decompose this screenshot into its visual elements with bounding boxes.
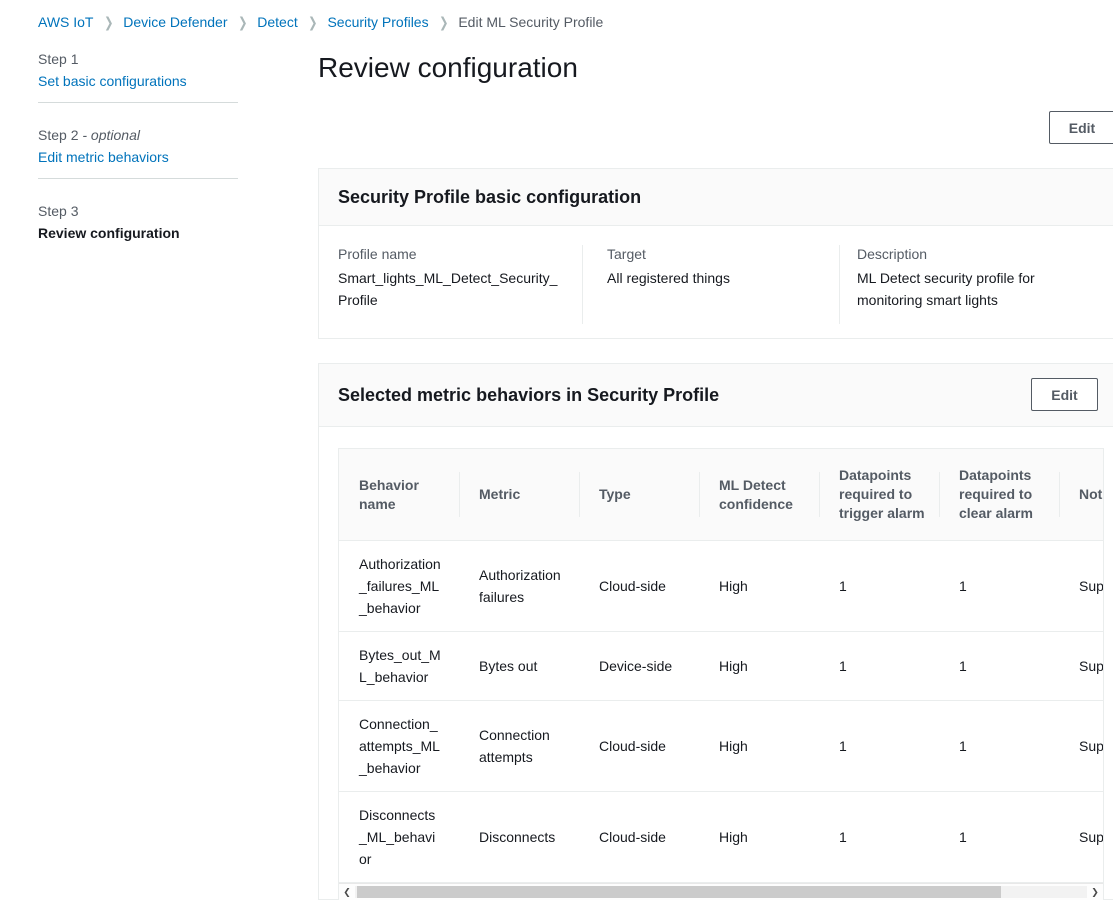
table-row: Connection_attempts_ML_behavior Connecti…	[339, 701, 1104, 792]
column-header-datapoints-trigger: Datapoints required to trigger alarm	[819, 449, 939, 540]
wizard-steps-sidebar: Step 1 Set basic configurations Step 2 -…	[38, 51, 238, 242]
cell-type: Cloud-side	[579, 701, 699, 791]
column-header-behavior-name: Behavior name	[339, 449, 459, 540]
chevron-right-icon: ❯	[439, 12, 448, 32]
field-label: Description	[857, 245, 1113, 263]
horizontal-scrollbar[interactable]: ❮ ❯	[339, 883, 1103, 900]
cell-behavior-name: Authorization_failures_ML_behavior	[339, 541, 459, 631]
column-header-datapoints-clear: Datapoints required to clear alarm	[939, 449, 1059, 540]
cell-metric: Authorization failures	[459, 541, 579, 631]
basic-config-panel: Security Profile basic configuration Pro…	[318, 168, 1113, 339]
cell-behavior-name: Connection_attempts_ML_behavior	[339, 701, 459, 791]
field-target: Target All registered things	[582, 245, 839, 324]
cell-confidence: High	[699, 632, 819, 700]
chevron-right-icon: ❯	[238, 12, 247, 32]
behaviors-table-header: Behavior name Metric Type ML Detect conf…	[339, 449, 1104, 541]
scrollbar-thumb[interactable]	[357, 886, 1001, 898]
field-value: ML Detect security profile for monitorin…	[857, 267, 1092, 311]
page-title: Review configuration	[318, 51, 578, 85]
step-number-label: Step 1	[38, 51, 78, 67]
metric-behaviors-panel-title: Selected metric behaviors in Security Pr…	[338, 383, 1098, 407]
column-header-metric: Metric	[459, 449, 579, 540]
step-number-label: Step 2	[38, 127, 78, 143]
sidebar-step-edit-metric-behaviors[interactable]: Edit metric behaviors	[38, 148, 169, 166]
behaviors-table: Behavior name Metric Type ML Detect conf…	[338, 448, 1104, 900]
cell-datapoints-clear: 1	[939, 792, 1059, 882]
aws-console-page: AWS IoT ❯ Device Defender ❯ Detect ❯ Sec…	[0, 0, 1113, 900]
cell-metric: Bytes out	[459, 632, 579, 700]
table-row: Bytes_out_ML_behavior Bytes out Device-s…	[339, 632, 1104, 701]
wizard-step-3: Step 3 Review configuration	[38, 203, 238, 242]
breadcrumb-link-device-defender[interactable]: Device Defender	[123, 12, 227, 32]
scroll-left-icon[interactable]: ❮	[339, 884, 355, 900]
field-label: Target	[607, 245, 839, 263]
breadcrumb-link-detect[interactable]: Detect	[257, 12, 297, 32]
breadcrumb-link-security-profiles[interactable]: Security Profiles	[327, 12, 428, 32]
basic-config-panel-title: Security Profile basic configuration	[338, 185, 1098, 209]
cell-confidence: High	[699, 541, 819, 631]
cell-datapoints-clear: 1	[939, 701, 1059, 791]
table-row: Authorization_failures_ML_behavior Autho…	[339, 541, 1104, 632]
cell-notifications: Suppressed	[1059, 792, 1104, 882]
cell-confidence: High	[699, 701, 819, 791]
column-header-notifications: Notifications	[1059, 449, 1104, 540]
cell-behavior-name: Disconnects_ML_behavior	[339, 792, 459, 882]
cell-behavior-name: Bytes_out_ML_behavior	[339, 632, 459, 700]
cell-type: Cloud-side	[579, 541, 699, 631]
cell-datapoints-clear: 1	[939, 632, 1059, 700]
table-row: Disconnects_ML_behavior Disconnects Clou…	[339, 792, 1104, 883]
breadcrumb-link-aws-iot[interactable]: AWS IoT	[38, 12, 94, 32]
basic-config-values: Profile name Smart_lights_ML_Detect_Secu…	[319, 226, 1113, 338]
field-description: Description ML Detect security profile f…	[839, 245, 1113, 324]
field-value: Smart_lights_ML_Detect_Security_Profile	[338, 267, 565, 311]
edit-basic-configuration-button[interactable]: Edit	[1049, 111, 1113, 144]
cell-notifications: Suppressed	[1059, 541, 1104, 631]
cell-notifications: Suppressed	[1059, 701, 1104, 791]
scroll-right-icon[interactable]: ❯	[1087, 884, 1103, 900]
breadcrumb: AWS IoT ❯ Device Defender ❯ Detect ❯ Sec…	[38, 12, 603, 32]
cell-datapoints-trigger: 1	[819, 632, 939, 700]
basic-config-panel-header: Security Profile basic configuration	[319, 169, 1113, 226]
cell-datapoints-trigger: 1	[819, 792, 939, 882]
cell-metric: Disconnects	[459, 792, 579, 882]
cell-notifications: Suppressed	[1059, 632, 1104, 700]
chevron-right-icon: ❯	[104, 12, 113, 32]
sidebar-divider	[38, 102, 238, 103]
scrollbar-track[interactable]	[355, 886, 1087, 898]
cell-confidence: High	[699, 792, 819, 882]
sidebar-step-review-configuration: Review configuration	[38, 224, 238, 242]
column-header-type: Type	[579, 449, 699, 540]
cell-datapoints-trigger: 1	[819, 541, 939, 631]
sidebar-step-set-basic-configurations[interactable]: Set basic configurations	[38, 72, 187, 90]
field-label: Profile name	[338, 245, 566, 263]
cell-type: Cloud-side	[579, 792, 699, 882]
cell-metric: Connection attempts	[459, 701, 579, 791]
metric-behaviors-panel-header: Selected metric behaviors in Security Pr…	[319, 364, 1113, 427]
cell-type: Device-side	[579, 632, 699, 700]
field-value: All registered things	[607, 267, 839, 289]
breadcrumb-current-page: Edit ML Security Profile	[458, 12, 603, 32]
sidebar-divider	[38, 178, 238, 179]
step-number-label: Step 3	[38, 203, 78, 219]
column-header-ml-detect-confidence: ML Detect confidence	[699, 449, 819, 540]
step-optional-label: - optional	[82, 127, 140, 143]
chevron-right-icon: ❯	[308, 12, 317, 32]
cell-datapoints-trigger: 1	[819, 701, 939, 791]
edit-metric-behaviors-button[interactable]: Edit	[1031, 378, 1098, 411]
metric-behaviors-panel: Selected metric behaviors in Security Pr…	[318, 363, 1113, 900]
wizard-step-2: Step 2 - optional Edit metric behaviors	[38, 127, 238, 166]
field-profile-name: Profile name Smart_lights_ML_Detect_Secu…	[338, 245, 582, 324]
wizard-step-1: Step 1 Set basic configurations	[38, 51, 238, 90]
cell-datapoints-clear: 1	[939, 541, 1059, 631]
